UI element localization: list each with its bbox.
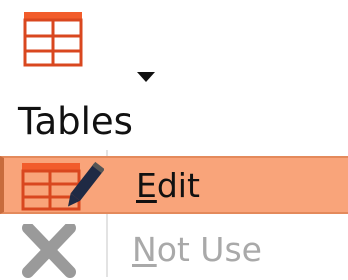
tables-dropdown-menu: Edit Not Use	[0, 150, 348, 280]
menu-item-edit[interactable]: Edit	[0, 156, 348, 214]
tables-label: Tables	[18, 100, 133, 143]
menu-item-not-use-label: Not Use	[132, 230, 262, 270]
menu-item-edit-label: Edit	[136, 166, 200, 206]
edit-mnemonic: E	[136, 166, 157, 205]
menu-item-not-use[interactable]: Not Use	[0, 222, 348, 280]
not-use-mnemonic: N	[132, 230, 157, 269]
not-use-label-rest: ot Use	[156, 230, 262, 269]
table-icon	[23, 12, 83, 67]
edit-table-icon	[21, 161, 104, 211]
edit-label-rest: dit	[156, 166, 200, 205]
not-use-x-icon	[22, 224, 76, 278]
dropdown-arrow-icon[interactable]	[134, 70, 158, 84]
